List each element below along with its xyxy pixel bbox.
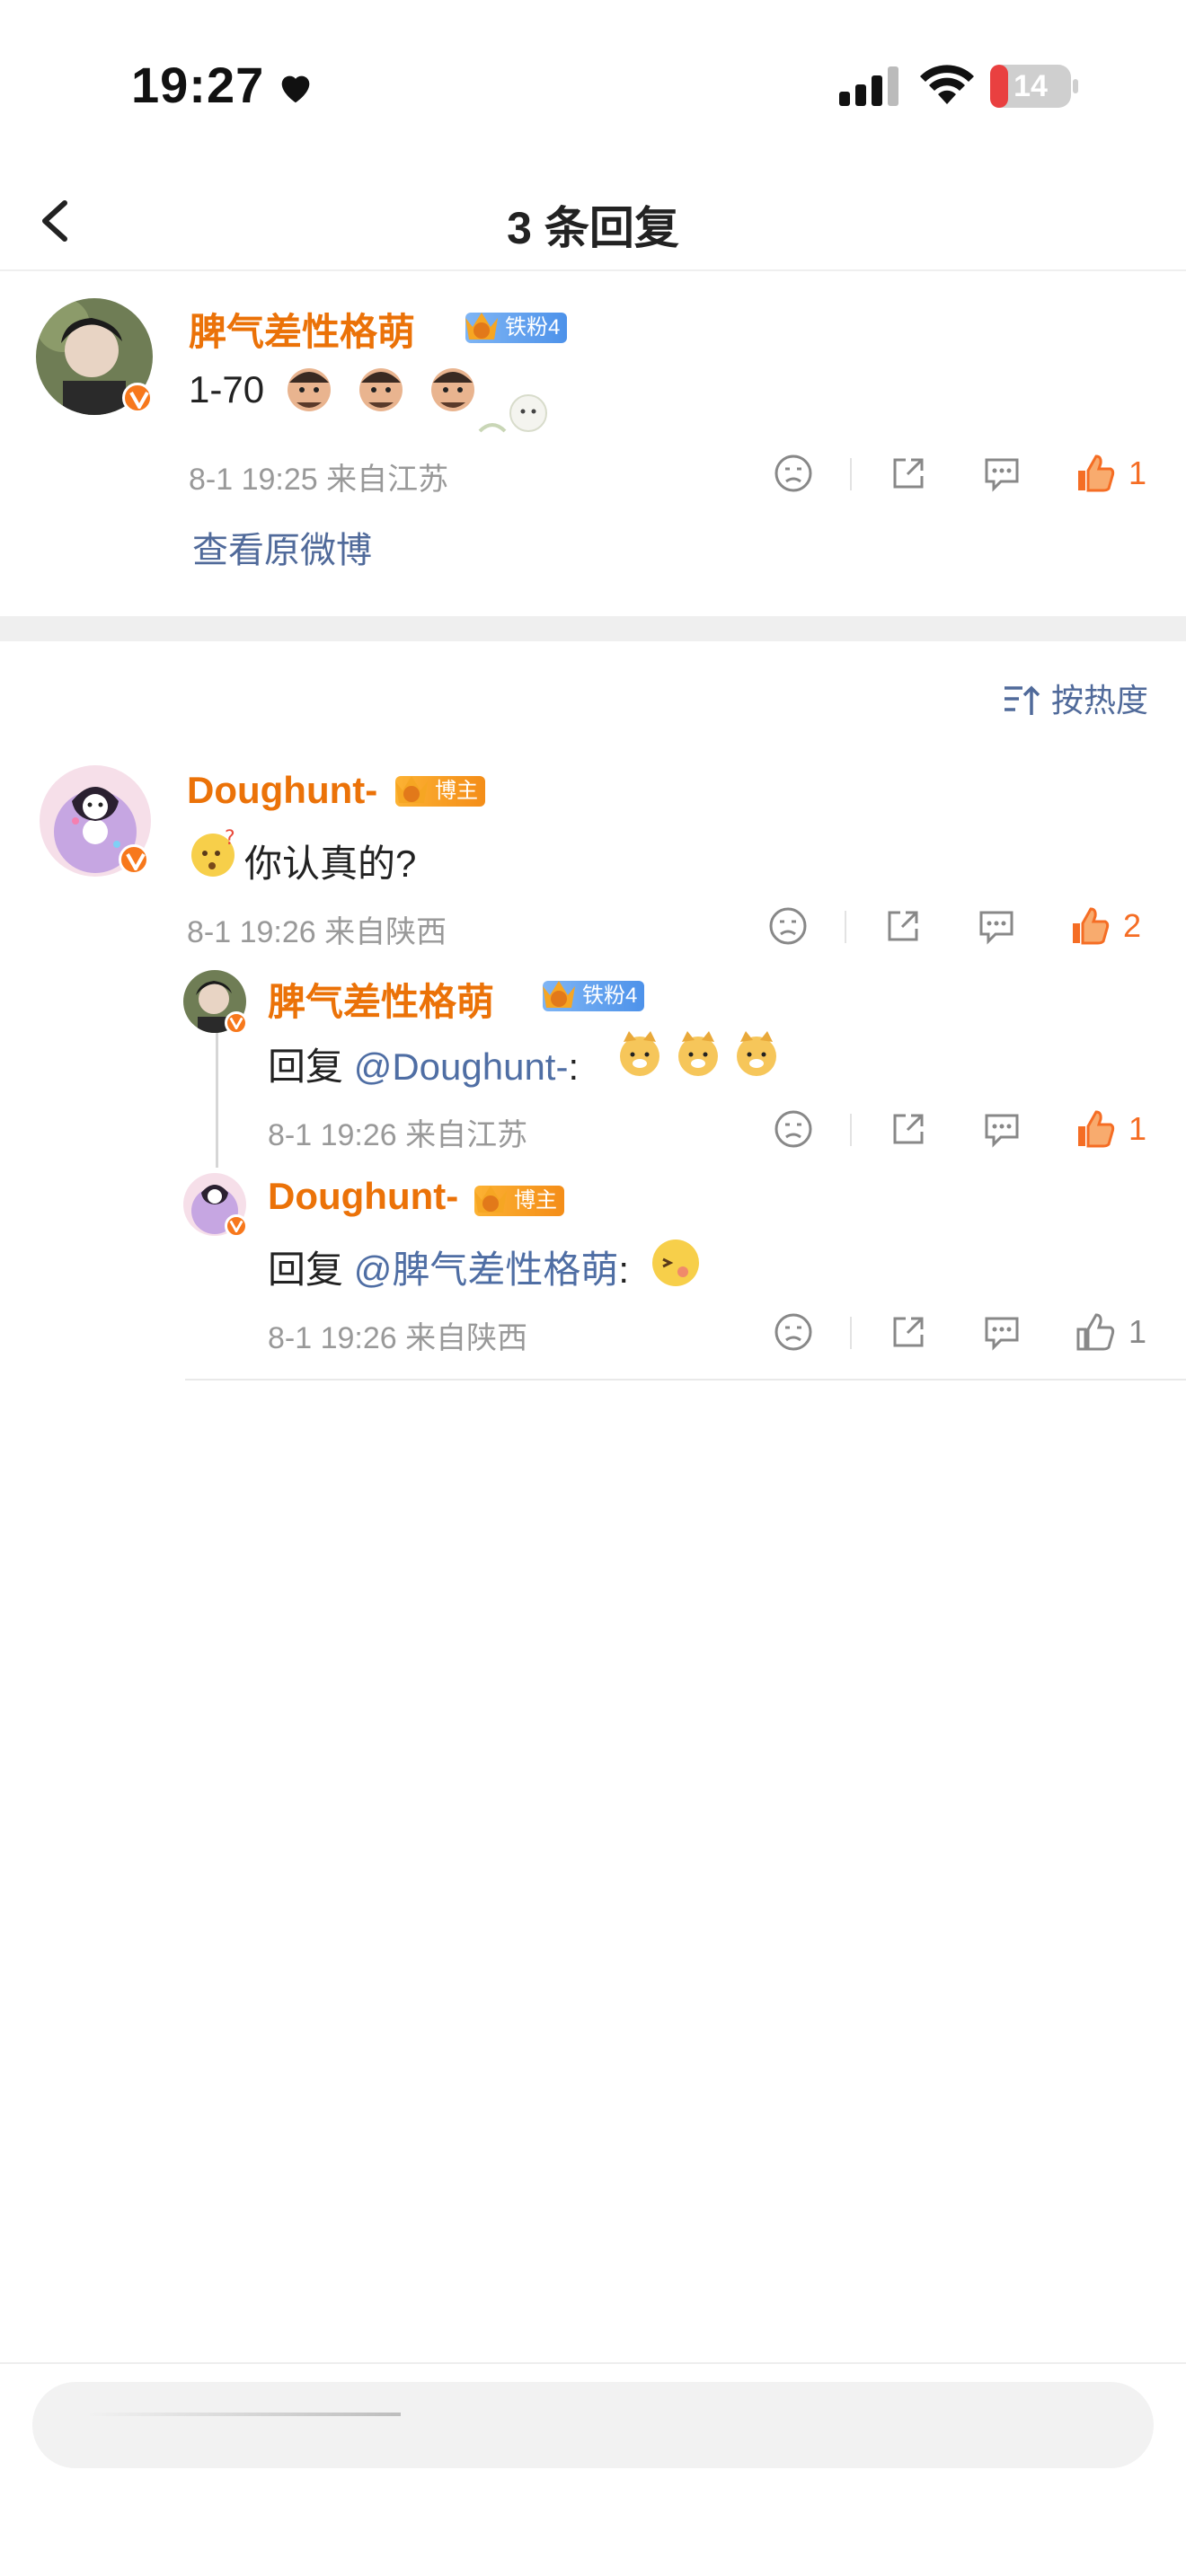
face-emoji-icon (288, 368, 331, 411)
reply-prefix: 回复 (268, 1045, 344, 1088)
comment-text: 回复 @脾气差性格萌: (268, 1239, 629, 1294)
fan-badge[interactable]: 铁粉4 (543, 981, 645, 1011)
crown-icon (465, 313, 498, 340)
reply-suffix: : (618, 1248, 629, 1291)
like-icon[interactable] (1075, 1311, 1116, 1353)
dislike-icon[interactable] (773, 1311, 814, 1353)
verified-icon (122, 383, 153, 413)
username[interactable]: 脾气差性格萌 (189, 302, 415, 357)
avatar[interactable] (183, 970, 248, 1035)
wifi-icon (920, 65, 974, 104)
share-icon[interactable] (888, 453, 929, 494)
signal-icon (839, 66, 898, 106)
like-count: 1 (1128, 454, 1147, 491)
status-time: 19:27 (131, 57, 265, 113)
share-icon[interactable] (888, 1311, 929, 1353)
avatar[interactable] (40, 765, 151, 877)
crown-icon (395, 776, 428, 803)
like-count: 2 (1123, 907, 1142, 944)
verified-icon (119, 844, 149, 875)
comment-body: 1-70 (189, 368, 265, 410)
comment-meta: 8-1 19:26 来自陕西 (268, 1321, 528, 1355)
wink-emoji-icon (652, 1239, 699, 1286)
sort-label: 按热度 (1051, 682, 1149, 719)
badge-label: 博主 (514, 1188, 557, 1213)
comment-text: 你认真的? (244, 842, 417, 885)
dog-emoji-icon (620, 1031, 659, 1076)
emoji-row (288, 368, 474, 411)
like-count: 1 (1128, 1110, 1147, 1147)
share-icon[interactable] (882, 905, 924, 947)
section-divider (0, 616, 1186, 641)
avatar[interactable] (183, 1173, 248, 1238)
host-badge[interactable]: 博主 (395, 776, 485, 807)
like-icon[interactable] (1075, 1108, 1116, 1150)
comment-actions: 1 (773, 1304, 1186, 1358)
fan-badge[interactable]: 铁粉4 (465, 313, 568, 343)
like-icon[interactable] (1069, 905, 1111, 947)
comment-icon[interactable] (976, 905, 1017, 947)
dog-emoji-icon (678, 1031, 718, 1076)
view-original-link[interactable]: 查看原微博 (192, 521, 372, 573)
comment-input[interactable] (32, 2382, 1154, 2468)
dislike-icon[interactable] (773, 453, 814, 494)
battery-level: 14 (1013, 69, 1048, 103)
badge-label: 博主 (435, 779, 478, 803)
input-placeholder-line (86, 2413, 401, 2416)
comment-actions: 2 (767, 898, 1181, 952)
comment-icon[interactable] (981, 1311, 1022, 1353)
comment-icon[interactable] (981, 1108, 1022, 1150)
comment-meta: 8-1 19:26 来自江苏 (268, 1118, 528, 1152)
thread-divider (185, 1379, 1186, 1381)
crown-icon (474, 1186, 507, 1213)
mention-link[interactable]: @脾气差性格萌 (354, 1248, 619, 1291)
share-icon[interactable] (888, 1108, 929, 1150)
divider (845, 911, 846, 943)
username[interactable]: Doughunt- (187, 769, 377, 812)
face-emoji-icon (359, 368, 403, 411)
divider (850, 458, 852, 490)
divider (850, 1114, 852, 1146)
username[interactable]: Doughunt- (268, 1175, 458, 1218)
crown-icon (543, 981, 575, 1008)
username[interactable]: 脾气差性格萌 (268, 972, 494, 1027)
like-icon[interactable] (1075, 453, 1116, 494)
verified-icon (225, 1011, 248, 1035)
badge-label: 铁粉4 (505, 315, 561, 340)
mention-link[interactable]: @Doughunt- (354, 1045, 569, 1088)
sticker-icon (478, 394, 547, 433)
like-count: 1 (1128, 1313, 1147, 1350)
face-emoji-icon (431, 368, 474, 411)
comment-meta: 8-1 19:25 来自江苏 (189, 463, 449, 497)
heart-icon (281, 75, 310, 103)
reply-prefix: 回复 (268, 1248, 344, 1291)
sort-button[interactable]: 按热度 (999, 675, 1148, 726)
svg-text:?: ? (225, 828, 235, 850)
divider (850, 1317, 852, 1349)
comment-actions: 1 (773, 446, 1186, 499)
comment-icon[interactable] (981, 453, 1022, 494)
comment-text: 1-70 (189, 368, 264, 411)
thread-line (216, 1033, 218, 1168)
sort-icon (1005, 685, 1040, 715)
page-title: 3 条回复 (507, 203, 679, 253)
thinking-emoji-icon: ? (191, 828, 235, 877)
reply-suffix: : (568, 1045, 580, 1088)
status-bar: 19:27 14 (0, 0, 1186, 171)
avatar[interactable] (36, 298, 153, 415)
emoji-row (620, 1031, 776, 1076)
comment-text: 回复 @Doughunt-: (268, 1037, 579, 1091)
comment-actions: 1 (773, 1101, 1186, 1155)
comment-meta: 8-1 19:26 来自陕西 (187, 915, 447, 949)
badge-label: 铁粉4 (582, 984, 638, 1008)
host-badge[interactable]: 博主 (474, 1186, 564, 1216)
dislike-icon[interactable] (773, 1108, 814, 1150)
verified-icon (225, 1214, 248, 1238)
dislike-icon[interactable] (767, 905, 809, 947)
dog-emoji-icon (737, 1031, 776, 1076)
header: 3 条回复 (0, 171, 1186, 271)
